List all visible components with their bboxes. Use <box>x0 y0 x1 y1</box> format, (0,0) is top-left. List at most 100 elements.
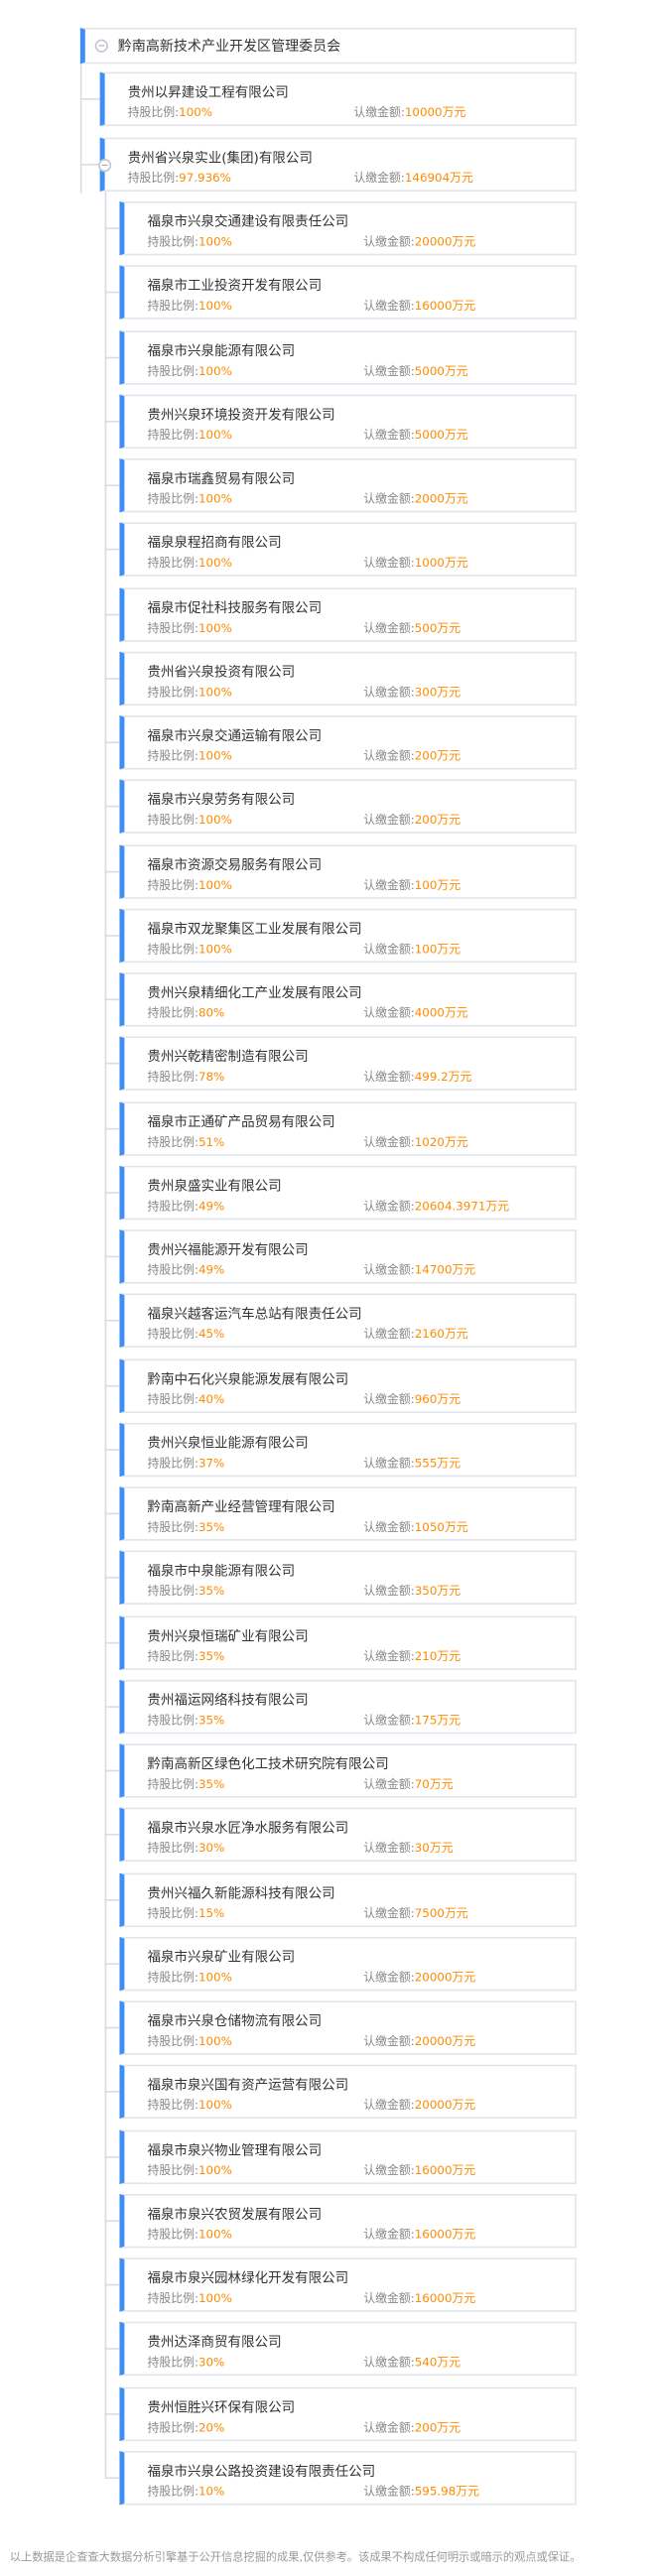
company-card[interactable]: 贵州兴泉精细化工产业发展有限公司 持股比例:80% 认缴金额:4000万元 <box>119 972 577 1027</box>
company-name[interactable]: 贵州以昇建设工程有限公司 <box>128 82 289 102</box>
company-name[interactable]: 黔南高新产业经营管理有限公司 <box>148 1496 335 1516</box>
company-card[interactable]: 福泉泉程招商有限公司 持股比例:100% 认缴金额:1000万元 <box>119 522 577 578</box>
company-card[interactable]: 黔南高新区绿色化工技术研究院有限公司 持股比例:35% 认缴金额:70万元 <box>119 1743 577 1798</box>
share-label: 持股比例: <box>147 876 198 892</box>
company-card[interactable]: 福泉市泉兴农贸发展有限公司 持股比例:100% 认缴金额:16000万元 <box>119 2193 577 2249</box>
company-name[interactable]: 贵州福运网络科技有限公司 <box>148 1689 309 1709</box>
share-ratio: 持股比例:100% <box>148 427 232 444</box>
company-name[interactable]: 贵州省兴泉实业(集团)有限公司 <box>128 148 313 168</box>
company-name[interactable]: 福泉市正通矿产品贸易有限公司 <box>148 1111 335 1131</box>
company-name[interactable]: 福泉兴越客运汽车总站有限责任公司 <box>148 1304 362 1324</box>
company-card[interactable]: 福泉市兴泉劳务有限公司 持股比例:100% 认缴金额:200万元 <box>119 779 577 835</box>
capital-value: 2160万元 <box>414 1326 468 1342</box>
company-card[interactable]: 黔南高新产业经营管理有限公司 持股比例:35% 认缴金额:1050万元 <box>119 1486 577 1541</box>
company-name[interactable]: 福泉市兴泉交通运输有限公司 <box>148 725 323 745</box>
company-name[interactable]: 福泉市泉兴物业管理有限公司 <box>148 2139 323 2159</box>
company-name[interactable]: 黔南高新区绿色化工技术研究院有限公司 <box>148 1753 389 1773</box>
share-ratio: 持股比例:100% <box>148 748 232 765</box>
company-name[interactable]: 贵州省兴泉投资有限公司 <box>148 661 296 681</box>
company-card[interactable]: 贵州兴福能源开发有限公司 持股比例:49% 认缴金额:14700万元 <box>119 1229 577 1284</box>
company-card[interactable]: 福泉市泉兴物业管理有限公司 持股比例:100% 认缴金额:16000万元 <box>119 2128 577 2184</box>
subscribed-capital: 认缴金额:1020万元 <box>363 1134 467 1151</box>
company-card[interactable]: 贵州兴福久新能源科技有限公司 持股比例:15% 认缴金额:7500万元 <box>119 1871 577 1927</box>
subscribed-capital: 认缴金额:16000万元 <box>363 2162 475 2179</box>
share-value: 100% <box>197 233 232 249</box>
capital-value: 16000万元 <box>414 2161 476 2177</box>
company-card[interactable]: 贵州省兴泉投资有限公司 持股比例:100% 认缴金额:300万元 <box>119 651 577 706</box>
company-name[interactable]: 贵州恒胜兴环保有限公司 <box>148 2396 296 2416</box>
company-name[interactable]: 贵州兴乾精密制造有限公司 <box>148 1047 309 1067</box>
company-card[interactable]: 福泉市兴泉能源有限公司 持股比例:100% 认缴金额:5000万元 <box>119 329 577 384</box>
tree-line <box>104 192 107 2478</box>
company-name[interactable]: 福泉泉程招商有限公司 <box>148 533 282 553</box>
company-name[interactable]: 福泉市兴泉公路投资建设有限责任公司 <box>148 2461 376 2481</box>
company-name[interactable]: 福泉市泉兴国有资产运营有限公司 <box>148 2075 349 2095</box>
share-ratio: 持股比例:100% <box>148 299 232 316</box>
company-card[interactable]: 贵州兴泉环境投资开发有限公司 持股比例:100% 认缴金额:5000万元 <box>119 394 577 449</box>
company-name[interactable]: 贵州泉盛实业有限公司 <box>148 1175 282 1195</box>
company-name[interactable]: 贵州达泽商贸有限公司 <box>148 2332 282 2352</box>
company-name[interactable]: 贵州兴泉环境投资开发有限公司 <box>148 404 335 424</box>
company-card[interactable]: 贵州福运网络科技有限公司 持股比例:35% 认缴金额:175万元 <box>119 1679 577 1734</box>
subscribed-capital: 认缴金额:5000万元 <box>363 362 467 379</box>
share-label: 持股比例: <box>147 812 198 828</box>
company-name[interactable]: 福泉市工业投资开发有限公司 <box>148 276 323 296</box>
share-label: 持股比例: <box>147 941 198 957</box>
company-card[interactable]: 福泉市工业投资开发有限公司 持股比例:100% 认缴金额:16000万元 <box>119 265 577 321</box>
company-name[interactable]: 福泉市泉兴农贸发展有限公司 <box>148 2203 323 2223</box>
company-name[interactable]: 贵州兴福久新能源科技有限公司 <box>148 1882 335 1902</box>
company-card[interactable]: 福泉市正通矿产品贸易有限公司 持股比例:51% 认缴金额:1020万元 <box>119 1100 577 1156</box>
company-card[interactable]: 贵州以昇建设工程有限公司 持股比例:100% 认缴金额:10000万元 <box>99 71 577 127</box>
company-card[interactable]: 贵州兴泉恒业能源有限公司 持股比例:37% 认缴金额:555万元 <box>119 1422 577 1477</box>
company-card[interactable]: 贵州兴泉恒瑞矿业有限公司 持股比例:35% 认缴金额:210万元 <box>119 1614 577 1670</box>
share-ratio: 持股比例:49% <box>148 1198 225 1215</box>
company-name[interactable]: 福泉市兴泉水匠净水服务有限公司 <box>148 1818 349 1838</box>
company-name[interactable]: 贵州兴泉恒业能源有限公司 <box>148 1432 309 1452</box>
company-name[interactable]: 福泉市兴泉矿业有限公司 <box>148 1946 296 1966</box>
company-card[interactable]: 福泉市瑞鑫贸易有限公司 持股比例:100% 认缴金额:2000万元 <box>119 458 577 513</box>
company-card[interactable]: 福泉市泉兴园林绿化开发有限公司 持股比例:100% 认缴金额:16000万元 <box>119 2257 577 2312</box>
collapse-icon[interactable]: − <box>94 39 108 53</box>
company-name[interactable]: 福泉市兴泉能源有限公司 <box>148 339 296 359</box>
company-name[interactable]: 贵州兴泉恒瑞矿业有限公司 <box>148 1625 309 1645</box>
company-name[interactable]: 贵州兴泉精细化工产业发展有限公司 <box>148 982 362 1002</box>
company-card[interactable]: 福泉市兴泉仓储物流有限公司 持股比例:100% 认缴金额:20000万元 <box>119 2000 577 2055</box>
company-card[interactable]: 贵州达泽商贸有限公司 持股比例:30% 认缴金额:540万元 <box>119 2322 577 2377</box>
root-node[interactable]: − 黔南高新技术产业开发区管理委员会 <box>79 28 577 64</box>
company-card[interactable]: 福泉市兴泉水匠净水服务有限公司 持股比例:30% 认缴金额:30万元 <box>119 1808 577 1863</box>
company-card[interactable]: 贵州兴乾精密制造有限公司 持股比例:78% 认缴金额:499.2万元 <box>119 1036 577 1092</box>
company-card[interactable]: 福泉市资源交易服务有限公司 持股比例:100% 认缴金额:100万元 <box>119 843 577 899</box>
share-value: 35% <box>197 1712 225 1728</box>
company-card[interactable]: − 贵州省兴泉实业(集团)有限公司 持股比例:97.936% 认缴金额:146904万… <box>98 137 577 193</box>
company-name[interactable]: 福泉市泉兴园林绿化开发有限公司 <box>148 2267 349 2287</box>
company-name[interactable]: 福泉市中泉能源有限公司 <box>148 1561 296 1581</box>
company-card[interactable]: 福泉市中泉能源有限公司 持股比例:35% 认缴金额:350万元 <box>119 1550 577 1606</box>
company-name[interactable]: 黔南中石化兴泉能源发展有限公司 <box>148 1368 349 1388</box>
capital-label: 认缴金额: <box>363 2355 415 2370</box>
company-name[interactable]: 福泉市促社科技服务有限公司 <box>148 596 323 616</box>
share-label: 持股比例: <box>147 619 198 635</box>
company-name[interactable]: 福泉市双龙聚集区工业发展有限公司 <box>148 918 362 938</box>
company-name[interactable]: 福泉市瑞鑫贸易有限公司 <box>148 468 296 488</box>
company-card[interactable]: 福泉市促社科技服务有限公司 持股比例:100% 认缴金额:500万元 <box>119 586 577 641</box>
company-card[interactable]: 福泉市兴泉交通运输有限公司 持股比例:100% 认缴金额:200万元 <box>119 715 577 770</box>
company-name[interactable]: 福泉市兴泉仓储物流有限公司 <box>148 2010 323 2030</box>
company-card[interactable]: 福泉市兴泉矿业有限公司 持股比例:100% 认缴金额:20000万元 <box>119 1936 577 1991</box>
company-name[interactable]: 福泉市资源交易服务有限公司 <box>148 853 323 873</box>
company-card[interactable]: 贵州恒胜兴环保有限公司 持股比例:20% 认缴金额:200万元 <box>119 2385 577 2441</box>
company-name[interactable]: 福泉市兴泉交通建设有限责任公司 <box>148 211 349 231</box>
company-card[interactable]: 福泉市泉兴国有资产运营有限公司 持股比例:100% 认缴金额:20000万元 <box>119 2065 577 2120</box>
company-card[interactable]: 福泉市双龙聚集区工业发展有限公司 持股比例:100% 认缴金额:100万元 <box>119 908 577 963</box>
company-name[interactable]: 福泉市兴泉劳务有限公司 <box>148 790 296 810</box>
company-card[interactable]: 福泉市兴泉公路投资建设有限责任公司 持股比例:10% 认缴金额:595.98万元 <box>119 2450 577 2506</box>
company-name[interactable]: 贵州兴福能源开发有限公司 <box>148 1239 309 1259</box>
subscribed-capital: 认缴金额:16000万元 <box>363 299 475 316</box>
company-card[interactable]: 黔南中石化兴泉能源发展有限公司 持股比例:40% 认缴金额:960万元 <box>119 1357 577 1413</box>
capital-value: 100万元 <box>414 941 461 957</box>
company-card[interactable]: 福泉市兴泉交通建设有限责任公司 持股比例:100% 认缴金额:20000万元 <box>119 200 577 256</box>
company-card[interactable]: 贵州泉盛实业有限公司 持股比例:49% 认缴金额:20604.3971万元 <box>119 1165 577 1220</box>
tree-line <box>104 1191 120 1194</box>
capital-label: 认缴金额: <box>363 233 415 249</box>
company-card[interactable]: 福泉兴越客运汽车总站有限责任公司 持股比例:45% 认缴金额:2160万元 <box>119 1293 577 1349</box>
collapse-icon[interactable]: − <box>98 159 112 173</box>
